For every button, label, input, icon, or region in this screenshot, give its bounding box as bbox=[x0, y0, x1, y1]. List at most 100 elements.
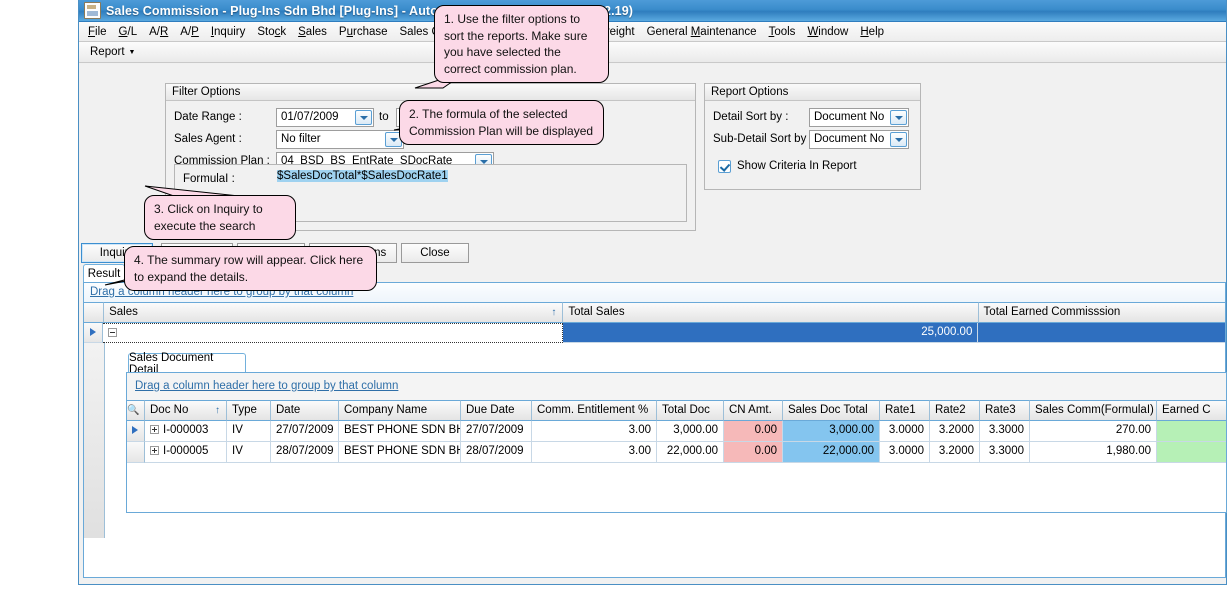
detail-header-rate3[interactable]: Rate3 bbox=[980, 400, 1030, 421]
current-row-arrow-icon bbox=[132, 426, 138, 434]
client-area: Filter Options Date Range : 01/07/2009 t… bbox=[80, 64, 1227, 583]
master-header-total-sales[interactable]: Total Sales bbox=[563, 302, 979, 323]
detail-cell-rate2: 3.2000 bbox=[930, 442, 980, 463]
row-indicator bbox=[127, 442, 145, 463]
detail-header-entitlement[interactable]: Comm. Entitlement % bbox=[532, 400, 657, 421]
detail-header-sales-comm[interactable]: Sales Comm(FormulaI) bbox=[1030, 400, 1157, 421]
chevron-down-icon[interactable] bbox=[890, 132, 907, 147]
detail-cell-due-date: 27/07/2009 bbox=[461, 421, 532, 442]
report-menu-button[interactable]: Report ▼ bbox=[85, 45, 140, 59]
menu-item-ar[interactable]: A/R bbox=[143, 25, 174, 39]
date-from-input[interactable]: 01/07/2009 bbox=[276, 108, 374, 127]
master-grid-panel: Drag a column header here to group by th… bbox=[83, 282, 1227, 578]
menu-item-help[interactable]: Help bbox=[854, 25, 890, 39]
detail-cell-date: 27/07/2009 bbox=[271, 421, 339, 442]
menu-item-sales[interactable]: Sales bbox=[292, 25, 333, 39]
report-menu-label: Report bbox=[90, 46, 125, 58]
report-options-group: Report Options Detail Sort by : Document… bbox=[704, 83, 921, 190]
report-toolbar[interactable]: Report ▼ bbox=[79, 42, 1226, 63]
menu-item-purchase[interactable]: Purchase bbox=[333, 25, 394, 39]
row-indicator bbox=[127, 421, 145, 442]
table-row[interactable]: 25,000.00 bbox=[84, 323, 1225, 343]
master-header-total-earned[interactable]: Total Earned Commisssion bbox=[978, 302, 1225, 323]
detail-cell-total-doc: 3,000.00 bbox=[657, 421, 724, 442]
sales-agent-value: No filter bbox=[281, 133, 321, 145]
date-range-label: Date Range : bbox=[174, 111, 242, 123]
tab-sales-document-detail[interactable]: Sales Document Detail bbox=[128, 352, 246, 376]
find-panel-icon[interactable]: 🔍 bbox=[127, 400, 145, 421]
table-row[interactable]: I-000005 IV 28/07/2009 BEST PHONE SDN BH… bbox=[127, 442, 1226, 463]
show-criteria-checkbox[interactable] bbox=[718, 160, 731, 173]
detail-header-sales-doc-total[interactable]: Sales Doc Total bbox=[783, 400, 880, 421]
master-cell-total-sales: 25,000.00 bbox=[562, 323, 979, 343]
detail-header-row: 🔍 Doc No ↑ Type Date Company Name Due Da… bbox=[127, 400, 1226, 421]
subdetail-sort-select[interactable]: Document No bbox=[809, 130, 909, 149]
detail-cell-cn-amt: 0.00 bbox=[724, 442, 783, 463]
expand-icon[interactable] bbox=[150, 446, 159, 456]
chevron-down-icon[interactable] bbox=[355, 110, 372, 125]
detail-group-hint[interactable]: Drag a column header here to group by th… bbox=[127, 373, 1226, 400]
sort-ascending-icon: ↑ bbox=[215, 405, 220, 416]
formula2-input[interactable] bbox=[277, 193, 471, 212]
master-header-sales[interactable]: Sales ↑ bbox=[104, 302, 564, 323]
detail-cell-earned-comm bbox=[1157, 421, 1226, 442]
close-button[interactable]: Close bbox=[401, 243, 469, 263]
detail-cell-doc-no[interactable]: I-000003 bbox=[145, 421, 227, 442]
chevron-down-icon[interactable] bbox=[890, 110, 907, 125]
expand-icon[interactable] bbox=[150, 425, 159, 435]
detail-cell-entitlement: 3.00 bbox=[532, 442, 657, 463]
menu-item-tools[interactable]: Tools bbox=[763, 25, 802, 39]
detail-header-company-name[interactable]: Company Name bbox=[339, 400, 461, 421]
callout-1: 1. Use the filter options to sort the re… bbox=[434, 5, 609, 83]
menu-item-window[interactable]: Window bbox=[801, 25, 854, 39]
detail-header-doc-no[interactable]: Doc No ↑ bbox=[145, 400, 227, 421]
detail-cell-rate2: 3.2000 bbox=[930, 421, 980, 442]
detail-header-date[interactable]: Date bbox=[271, 400, 339, 421]
menu-bar[interactable]: File G/L A/R A/P Inquiry Stock Sales Pur… bbox=[79, 22, 1226, 42]
collapse-icon[interactable] bbox=[108, 328, 118, 338]
detail-cell-company: BEST PHONE SDN BHD bbox=[339, 421, 461, 442]
detail-cell-due-date: 28/07/2009 bbox=[461, 442, 532, 463]
menu-item-inquiry[interactable]: Inquiry bbox=[205, 25, 252, 39]
menu-item-stock[interactable]: Stock bbox=[251, 25, 292, 39]
formula1-value: $SalesDocTotal*$SalesDocRate1 bbox=[277, 170, 448, 182]
subdetail-sort-label: Sub-Detail Sort by : bbox=[713, 133, 813, 145]
detail-cell-rate3: 3.3000 bbox=[980, 442, 1030, 463]
sort-ascending-icon: ↑ bbox=[551, 307, 557, 318]
master-cell-sales[interactable] bbox=[103, 323, 563, 343]
detail-header-rate2[interactable]: Rate2 bbox=[930, 400, 980, 421]
subdetail-sort-value: Document No bbox=[814, 133, 885, 145]
master-header-row: Sales ↑ Total Sales Total Earned Commiss… bbox=[84, 302, 1225, 323]
sales-agent-label: Sales Agent : bbox=[174, 133, 242, 145]
detail-cell-sales-comm: 270.00 bbox=[1030, 421, 1157, 442]
report-options-title: Report Options bbox=[705, 84, 920, 101]
detail-cell-entitlement: 3.00 bbox=[532, 421, 657, 442]
menu-item-general-maintenance[interactable]: General Maintenance bbox=[641, 25, 763, 39]
detail-header-total-doc[interactable]: Total Doc bbox=[657, 400, 724, 421]
detail-cell-type: IV bbox=[227, 421, 271, 442]
detail-header-due-date[interactable]: Due Date bbox=[461, 400, 532, 421]
detail-sort-select[interactable]: Document No bbox=[809, 108, 909, 127]
detail-cell-rate3: 3.3000 bbox=[980, 421, 1030, 442]
menu-item-ap[interactable]: A/P bbox=[174, 25, 205, 39]
detail-header-earned-comm[interactable]: Earned C bbox=[1157, 400, 1226, 421]
detail-cell-rate1: 3.0000 bbox=[880, 421, 930, 442]
detail-sort-label: Detail Sort by : bbox=[713, 111, 789, 123]
detail-cell-sales-doc-total: 22,000.00 bbox=[783, 442, 880, 463]
detail-left-strip bbox=[84, 343, 105, 538]
menu-item-file[interactable]: File bbox=[82, 25, 113, 39]
detail-cell-cn-amt: 0.00 bbox=[724, 421, 783, 442]
detail-cell-earned-comm bbox=[1157, 442, 1226, 463]
detail-header-cn-amt[interactable]: CN Amt. bbox=[724, 400, 783, 421]
callout-3: 3. Click on Inquiry to execute the searc… bbox=[144, 195, 296, 240]
menu-item-gl[interactable]: G/L bbox=[113, 25, 144, 39]
master-header-indicator bbox=[84, 302, 105, 323]
table-row[interactable]: I-000003 IV 27/07/2009 BEST PHONE SDN BH… bbox=[127, 421, 1226, 442]
callout-4: 4. The summary row will appear. Click he… bbox=[124, 246, 377, 291]
detail-cell-company: BEST PHONE SDN BHD bbox=[339, 442, 461, 463]
sales-agent-select[interactable]: No filter bbox=[276, 130, 404, 149]
detail-header-rate1[interactable]: Rate1 bbox=[880, 400, 930, 421]
detail-header-type[interactable]: Type bbox=[227, 400, 271, 421]
formula1-input[interactable]: $SalesDocTotal*$SalesDocRate1 bbox=[277, 170, 471, 189]
detail-cell-doc-no[interactable]: I-000005 bbox=[145, 442, 227, 463]
